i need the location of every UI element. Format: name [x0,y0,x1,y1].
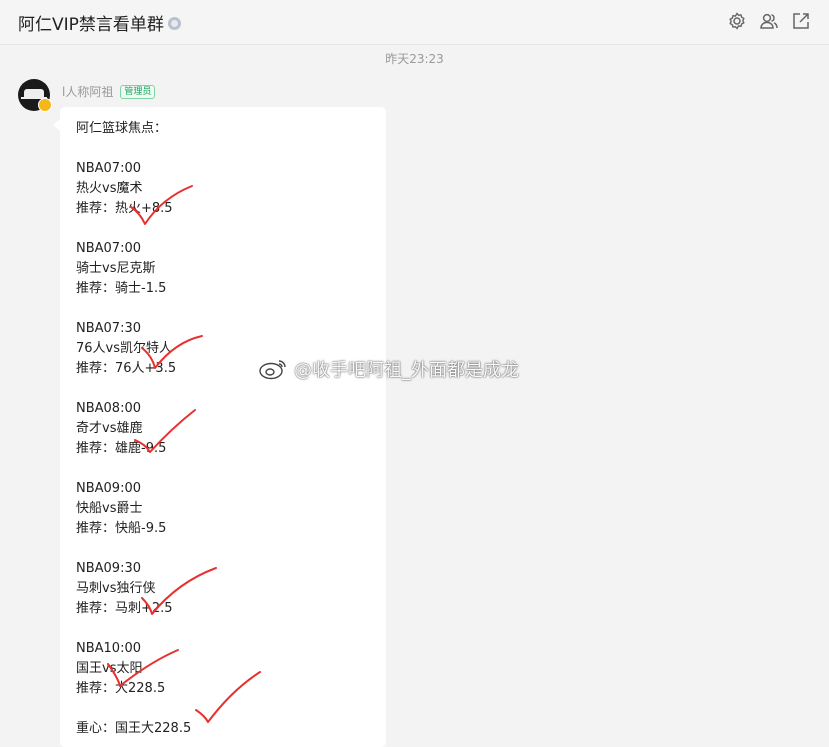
header-actions [727,11,811,31]
message-bubble[interactable]: 阿仁篮球焦点： NBA07:00 热火vs魔术 推荐：热火+8.5 NBA07:… [53,107,386,747]
share-icon[interactable] [791,11,811,31]
game-entry: NBA07:30 76人vs凯尔特人 推荐：76人+3.5 [76,319,191,379]
game-time: NBA08:00 [76,401,141,416]
message-timestamp: 昨天23:23 [385,52,444,66]
game-pick: 推荐：骑士-1.5 [76,281,167,296]
game-entry: NBA08:00 奇才vs雄鹿 推荐：雄鹿-9.5 [76,399,191,459]
game-pick: 推荐：快船-9.5 [76,521,167,536]
game-pick: 推荐：热火+8.5 [76,201,173,216]
gear-icon[interactable] [727,11,747,31]
game-time: NBA10:00 [76,641,141,656]
admin-badge: 管理员 [120,84,156,99]
sender-row: l人称阿祖 管理员 [62,83,156,100]
game-matchup: 马刺vs独行侠 [76,581,156,596]
message-title: 阿仁篮球焦点： [76,121,168,136]
game-time: NBA09:00 [76,481,141,496]
avatar[interactable] [18,79,52,112]
game-entry: NBA09:00 快船vs爵士 推荐：快船-9.5 [76,479,191,539]
game-matchup: 骑士vs尼克斯 [76,261,156,276]
focus-pick: 重心：国王大228.5 [76,721,192,736]
game-matchup: 快船vs爵士 [76,501,143,516]
game-time: NBA09:30 [76,561,141,576]
game-entry: NBA10:00 国王vs太阳 推荐：大228.5 [76,639,191,699]
game-matchup: 国王vs太阳 [76,661,143,676]
message-text: 阿仁篮球焦点： NBA07:00 热火vs魔术 推荐：热火+8.5 NBA07:… [76,119,191,739]
game-pick: 推荐：雄鹿-9.5 [76,441,167,456]
members-icon[interactable] [759,11,779,31]
sender-name[interactable]: l人称阿祖 [62,83,113,100]
game-matchup: 奇才vs雄鹿 [76,421,143,436]
game-pick: 推荐：马刺+2.5 [76,601,173,616]
game-pick: 推荐：76人+3.5 [76,361,177,376]
chat-header: 阿仁VIP禁言看单群 [0,0,829,45]
group-title-row: 阿仁VIP禁言看单群 [18,10,181,35]
game-matchup: 76人vs凯尔特人 [76,341,173,356]
badge-icon [38,98,52,112]
game-time: NBA07:00 [76,241,141,256]
game-entry: NBA07:00 热火vs魔术 推荐：热火+8.5 [76,159,191,219]
game-matchup: 热火vs魔术 [76,181,143,196]
game-time: NBA07:00 [76,161,141,176]
verified-icon [167,17,181,30]
group-title: 阿仁VIP禁言看单群 [18,15,164,35]
game-entry: NBA07:00 骑士vs尼克斯 推荐：骑士-1.5 [76,239,191,299]
game-pick: 推荐：大228.5 [76,681,166,696]
game-entry: NBA09:30 马刺vs独行侠 推荐：马刺+2.5 [76,559,191,619]
game-time: NBA07:30 [76,321,141,336]
